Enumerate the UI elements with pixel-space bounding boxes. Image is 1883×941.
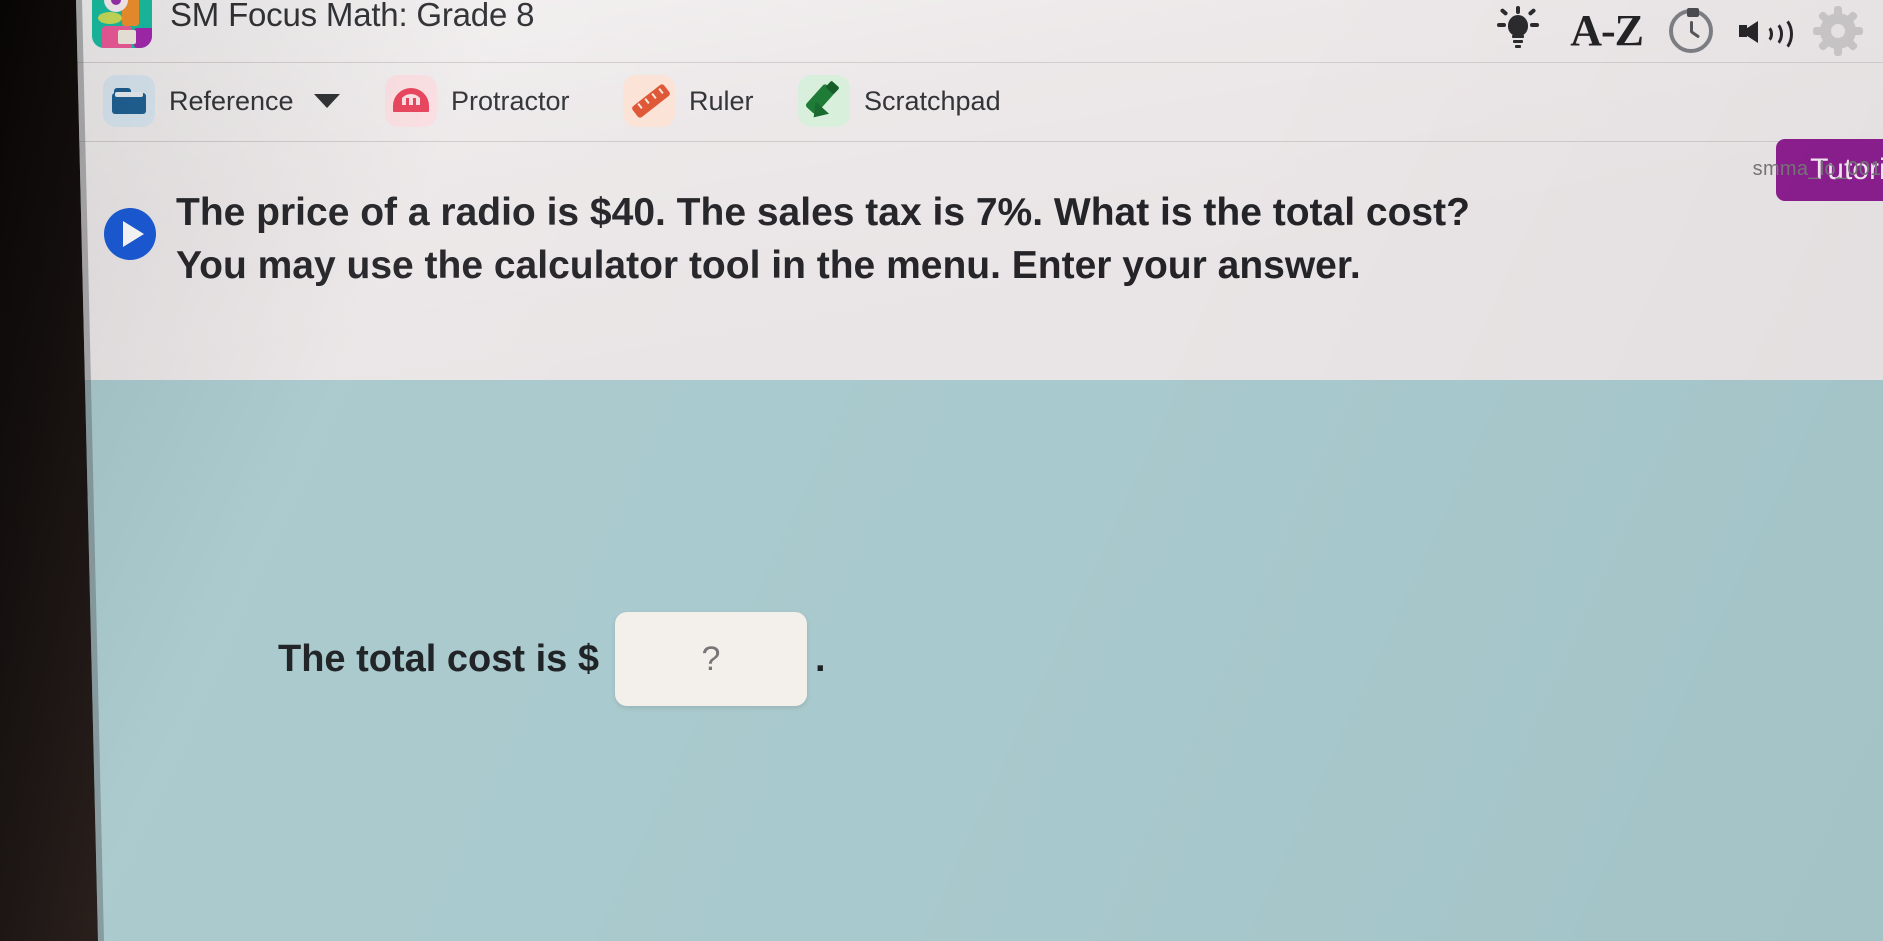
page-title: SM Focus Math: Grade 8 — [170, 0, 535, 33]
answer-trailing-period: . — [814, 637, 826, 680]
app-chrome: SM Focus Math: Grade 8 A-Z Reference Pro… — [0, 0, 1883, 380]
settings-gear-icon[interactable] — [1813, 6, 1863, 56]
audio-speaker-icon[interactable] — [1739, 11, 1793, 52]
glossary-a-z-icon[interactable]: A-Z — [1570, 9, 1644, 53]
folder-icon — [103, 75, 155, 127]
question-stem-line-2: You may use the calculator tool in the m… — [176, 244, 1361, 288]
play-triangle-icon — [123, 221, 144, 247]
pencil-icon — [798, 75, 850, 127]
answer-label: The total cost is $ — [278, 637, 599, 680]
tool-scratchpad[interactable]: Scratchpad — [798, 75, 1001, 127]
answer-row: The total cost is $ . — [278, 612, 826, 706]
screen: SM Focus Math: Grade 8 A-Z Reference Pro… — [0, 0, 1883, 941]
protractor-icon — [385, 75, 437, 127]
tool-reference[interactable]: Reference — [103, 75, 340, 127]
hint-bulb-icon[interactable] — [1490, 6, 1544, 55]
ruler-icon — [623, 75, 675, 127]
tool-protractor-label: Protractor — [451, 85, 570, 116]
chevron-down-icon[interactable] — [313, 94, 340, 108]
item-id-label: smma_lo_0017 — [1752, 158, 1883, 180]
math-app-icon — [92, 0, 152, 48]
answer-input[interactable] — [614, 612, 807, 706]
play-audio-button[interactable] — [104, 208, 156, 260]
title-bar: SM Focus Math: Grade 8 A-Z — [0, 0, 1883, 62]
title-bar-icons: A-Z — [1490, 0, 1883, 62]
question-stem-line-1: The price of a radio is $40. The sales t… — [176, 191, 1470, 234]
tool-scratchpad-label: Scratchpad — [864, 85, 1001, 116]
tool-toolbar: Reference Protractor Ruler Scratchpad Tu… — [0, 62, 1883, 201]
timer-clock-icon[interactable] — [1669, 8, 1713, 53]
tool-ruler-label: Ruler — [689, 85, 754, 116]
question-stem: The price of a radio is $40. The sales t… — [176, 186, 1876, 292]
tool-reference-label: Reference — [169, 85, 294, 116]
tool-protractor[interactable]: Protractor — [385, 75, 570, 127]
tool-ruler[interactable]: Ruler — [623, 75, 754, 127]
